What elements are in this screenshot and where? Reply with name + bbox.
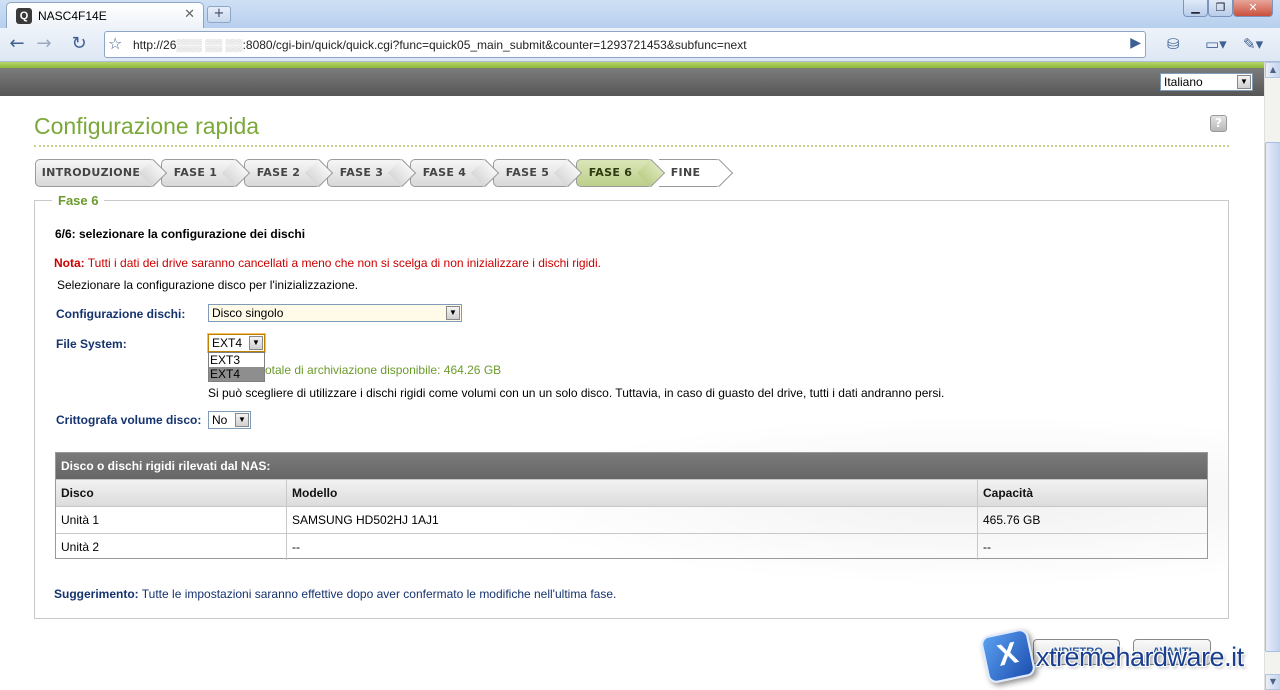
step-fase-6[interactable]: FASE 6 — [576, 159, 653, 187]
step-fase-2[interactable]: FASE 2 — [244, 159, 321, 187]
go-arrow-icon[interactable]: ▶ — [1130, 35, 1141, 51]
step-fase-5[interactable]: FASE 5 — [493, 159, 570, 187]
hint-text: Tutte le impostazioni saranno effettive … — [138, 587, 617, 601]
filesystem-label: File System: — [56, 337, 127, 351]
watermark-brand: xtremehardware.it — [1036, 642, 1244, 672]
step-introduzione[interactable]: INTRODUZIONE — [35, 159, 155, 187]
wrench-menu-icon[interactable]: ✎▾ — [1243, 35, 1263, 53]
header-disco: Disco — [61, 486, 94, 500]
filesystem-dropdown: EXT3 EXT4 — [208, 352, 265, 382]
chevron-down-icon[interactable]: ▼ — [249, 336, 263, 350]
language-select[interactable]: Italiano ▼ — [1160, 73, 1253, 91]
back-arrow-icon[interactable]: ← — [4, 32, 30, 58]
hint: Suggerimento: Tutte le impostazioni sara… — [54, 587, 616, 601]
page-title: Configurazione rapida — [34, 113, 260, 139]
forward-arrow-icon[interactable]: → — [31, 32, 57, 58]
cell-disk: Unità 1 — [61, 513, 100, 527]
browser-titlebar: Q NASC4F14E ✕ + ▁ ❐ ✕ — [0, 0, 1280, 28]
filesystem-select[interactable]: EXT4 ▼ — [208, 334, 265, 352]
table-row: Unità 1 SAMSUNG HD502HJ 1AJ1 465.76 GB — [56, 506, 1207, 533]
tab-title: NASC4F14E — [38, 9, 107, 23]
xtremehardware-logo-icon: X — [979, 627, 1037, 685]
hint-label: Suggerimento: — [54, 587, 139, 601]
url-text: http://26▒▒▒ ▒▒ ▒▒:8080/cgi-bin/quick/qu… — [133, 38, 747, 52]
table-header-row: Disco Modello Capacità — [56, 479, 1207, 506]
address-bar[interactable]: ☆ http://26▒▒▒ ▒▒ ▒▒:8080/cgi-bin/quick/… — [104, 31, 1146, 58]
header-capacita: Capacità — [977, 480, 1208, 506]
table-row: Unità 2 -- -- — [56, 533, 1207, 560]
step-fine[interactable]: FINE — [659, 159, 721, 187]
chevron-down-icon[interactable]: ▼ — [235, 413, 249, 427]
step-fase-1[interactable]: FASE 1 — [161, 159, 238, 187]
chevron-down-icon[interactable]: ▼ — [446, 306, 460, 320]
title-divider — [34, 145, 1229, 147]
scroll-thumb[interactable] — [1265, 142, 1280, 652]
encrypt-select[interactable]: No ▼ — [208, 411, 251, 429]
step-heading: 6/6: selezionare la configurazione dei d… — [55, 227, 306, 241]
cell-model: -- — [286, 534, 977, 560]
disk-table: Disco o dischi rigidi rilevati dal NAS: … — [55, 452, 1208, 560]
header-modello: Modello — [286, 480, 977, 506]
tab-close-icon[interactable]: ✕ — [184, 7, 195, 22]
cell-capacity: 465.76 GB — [977, 507, 1208, 533]
url-redacted: ▒▒▒ ▒▒ ▒▒ — [176, 38, 243, 52]
disk-config-label: Configurazione dischi: — [56, 307, 186, 321]
minimize-icon[interactable]: ▁ — [1183, 0, 1208, 17]
single-disk-info: Si può scegliere di utilizzare i dischi … — [208, 386, 945, 400]
language-dropdown-arrow-icon[interactable]: ▼ — [1237, 75, 1251, 89]
cell-capacity: -- — [977, 534, 1208, 560]
disk-config-select[interactable]: Disco singolo ▼ — [208, 304, 462, 322]
filesystem-option-ext3[interactable]: EXT3 — [209, 353, 264, 367]
vertical-scrollbar[interactable]: ▲ ▼ — [1264, 62, 1280, 690]
page-menu-icon[interactable]: ▭▾ — [1205, 35, 1227, 53]
watermark: X xtremehardware.it — [978, 627, 1262, 686]
header-bar: Italiano ▼ — [0, 68, 1264, 96]
capacity-text: otale di archiviazione disponibile: 464.… — [265, 363, 502, 377]
fieldset-legend: Fase 6 — [52, 193, 105, 208]
scroll-up-icon[interactable]: ▲ — [1265, 62, 1280, 78]
note-text: Tutti i dati dei drive saranno cancellat… — [84, 256, 601, 270]
qnap-favicon-icon: Q — [16, 8, 32, 24]
browser-toolbar: ← → ↻ ☆ http://26▒▒▒ ▒▒ ▒▒:8080/cgi-bin/… — [0, 28, 1280, 62]
help-icon[interactable]: ? — [1210, 115, 1227, 132]
encrypt-label: Crittografa volume disco: — [56, 413, 202, 427]
disk-table-caption: Disco o dischi rigidi rilevati dal NAS: — [56, 453, 1207, 479]
extension-icon[interactable]: ⛁ — [1167, 35, 1180, 53]
window-close-icon[interactable]: ✕ — [1233, 0, 1273, 17]
maximize-icon[interactable]: ❐ — [1208, 0, 1233, 17]
reload-icon[interactable]: ↻ — [66, 32, 92, 58]
cell-model: SAMSUNG HD502HJ 1AJ1 — [286, 507, 977, 533]
browser-tab[interactable]: Q NASC4F14E ✕ — [6, 2, 204, 28]
warning-note: Nota: Tutti i dati dei drive saranno can… — [54, 256, 601, 270]
bookmark-star-icon[interactable]: ☆ — [108, 34, 122, 53]
step-fase-4[interactable]: FASE 4 — [410, 159, 487, 187]
note-label: Nota: — [54, 256, 85, 270]
filesystem-option-ext4[interactable]: EXT4 — [209, 367, 264, 381]
scroll-down-icon[interactable]: ▼ — [1265, 674, 1280, 690]
instruction-text: Selezionare la configurazione disco per … — [57, 278, 359, 292]
new-tab-button[interactable]: + — [207, 6, 231, 23]
cell-disk: Unità 2 — [61, 540, 100, 554]
step-fase-3[interactable]: FASE 3 — [327, 159, 404, 187]
